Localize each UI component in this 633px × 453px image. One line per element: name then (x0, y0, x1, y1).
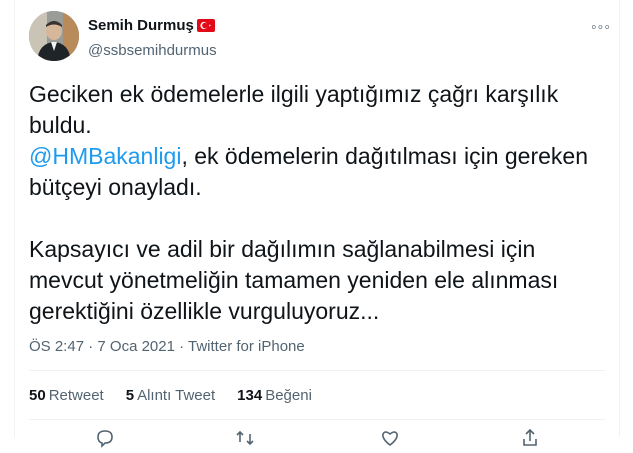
tweet-line: buldu. (29, 112, 92, 138)
retweets-stat[interactable]: 50 Retweet (29, 387, 104, 404)
quotes-stat[interactable]: 5 Alıntı Tweet (126, 387, 215, 404)
tweet-source[interactable]: Twitter for iPhone (188, 338, 305, 355)
divider (29, 370, 605, 371)
action-bar (15, 428, 619, 448)
display-name-row[interactable]: Semih Durmuş (88, 17, 215, 34)
tweet-line: @HMBakanligi, ek ödemelerin dağıtılması … (29, 141, 604, 172)
share-icon[interactable] (520, 428, 540, 448)
tweet-card: Semih Durmuş @ssbsemihdurmus ◦◦◦ Geciken… (14, 0, 620, 448)
tweet-line: Kapsayıcı ve adil bir dağılımın sağlanab… (29, 236, 536, 262)
likes-stat[interactable]: 134 Beğeni (237, 387, 312, 404)
meta-separator: · (84, 338, 98, 355)
user-handle[interactable]: @ssbsemihdurmus (88, 42, 217, 59)
engagement-stats: 50 Retweet 5 Alıntı Tweet 134 Beğeni (29, 387, 312, 404)
avatar[interactable] (29, 11, 79, 61)
quotes-label: Alıntı Tweet (137, 387, 216, 404)
reply-icon[interactable] (95, 428, 115, 448)
retweet-icon[interactable] (235, 428, 255, 448)
tweet-line: gerektiğini özellikle vurguluyoruz... (29, 298, 380, 324)
tweet-line-rest: , ek ödemelerin dağıtılması için gereken (181, 143, 589, 169)
tweet-line: mevcut yönetmeliğin tamamen yeniden ele … (29, 267, 559, 293)
meta-separator: · (174, 338, 189, 355)
tweet-meta: ÖS 2:47 · 7 Oca 2021 · Twitter for iPhon… (29, 338, 305, 355)
tweet-line: bütçeyi onayladı. (29, 174, 202, 200)
more-options-icon[interactable]: ◦◦◦ (591, 20, 611, 36)
likes-count: 134 (237, 387, 263, 404)
mention-link[interactable]: @HMBakanligi (29, 143, 181, 169)
divider (29, 419, 605, 420)
retweets-label: Retweet (48, 387, 104, 404)
tweet-time[interactable]: ÖS 2:47 (29, 338, 84, 355)
quotes-count: 5 (125, 387, 135, 404)
tweet-line: Geciken ek ödemelerle ilgili yaptığımız … (29, 81, 559, 107)
tweet-date[interactable]: 7 Oca 2021 (97, 338, 175, 355)
likes-label: Beğeni (265, 387, 312, 404)
retweets-count: 50 (29, 387, 46, 404)
display-name[interactable]: Semih Durmuş (88, 17, 194, 34)
like-icon[interactable] (380, 428, 400, 448)
tweet-text: Geciken ek ödemelerle ilgili yaptığımız … (29, 79, 604, 327)
turkey-flag-icon (196, 19, 215, 32)
